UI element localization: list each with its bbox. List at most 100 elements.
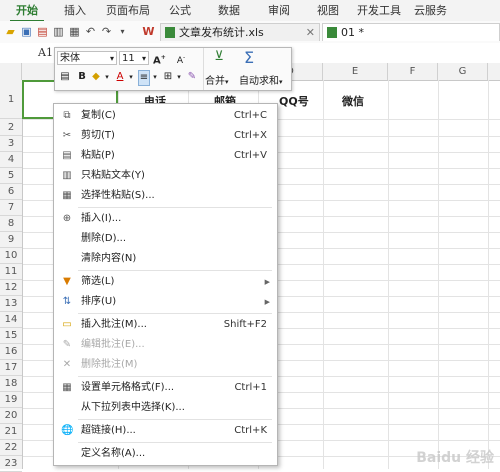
open-folder-icon[interactable]: ▰ — [4, 25, 17, 38]
grow-font-icon[interactable]: A+ — [153, 51, 166, 68]
row-header[interactable]: 8 — [0, 216, 22, 232]
row-header[interactable]: 10 — [0, 248, 22, 264]
submenu-arrow-icon: ▶ — [264, 298, 270, 306]
doc-tab-file[interactable]: 文章发布统计.xls ✕ — [160, 23, 320, 41]
column-header[interactable]: E — [323, 63, 388, 80]
menu-item-cut[interactable]: ✂ 剪切(T) Ctrl+X — [54, 126, 277, 146]
tab-cloud[interactable]: 云服务 — [414, 3, 447, 19]
row-header[interactable]: 2 — [0, 119, 22, 136]
row-header[interactable]: 15 — [0, 328, 22, 344]
spreadsheet-icon — [165, 27, 175, 38]
row-header[interactable]: 19 — [0, 392, 22, 408]
row-header[interactable]: 13 — [0, 296, 22, 312]
row-header[interactable]: 3 — [0, 136, 22, 152]
save-icon[interactable]: ▣ — [20, 25, 33, 38]
menu-item-delete-comment: ✕ 删除批注(M) — [62, 359, 138, 370]
print-icon[interactable]: ▥ — [52, 25, 65, 38]
doc-tab-active[interactable]: 01 * — [322, 23, 500, 41]
menu-item-pick-from-list[interactable]: 从下拉列表中选择(K)... — [54, 398, 277, 418]
tab-home[interactable]: 开始 — [10, 3, 44, 22]
menu-item-insert[interactable]: ⊕ 插入(I)... — [54, 209, 277, 229]
row-header[interactable]: 20 — [0, 408, 22, 424]
menu-item-paste-special[interactable]: ▦ 选择性粘贴(S)... — [54, 186, 277, 206]
tab-view[interactable]: 视图 — [317, 3, 339, 19]
export-pdf-icon[interactable]: ▤ — [36, 25, 49, 38]
clear-format-icon[interactable]: ✎ — [186, 70, 198, 84]
tab-insert[interactable]: 插入 — [64, 3, 86, 19]
name-box[interactable]: A1 — [38, 46, 53, 59]
autosum-icon[interactable]: Σ — [241, 48, 257, 68]
menu-item-define-name[interactable]: 定义名称(A)... — [54, 444, 277, 464]
submenu-arrow-icon: ▶ — [264, 278, 270, 286]
bold-button[interactable]: B — [77, 70, 87, 84]
menu-item-sort[interactable]: ⇅ 排序(U) ▶ — [54, 292, 277, 312]
menu-item-edit-comment: ✎ 编辑批注(E)... — [62, 339, 145, 350]
redo-icon[interactable]: ↷ — [100, 25, 113, 38]
align-icon[interactable]: ≡ — [138, 70, 150, 86]
comment-icon: ▭ — [62, 319, 72, 330]
font-size-select[interactable]: 11 ▾ — [119, 51, 149, 65]
row-header[interactable]: 23 — [0, 456, 22, 472]
tab-developer[interactable]: 开发工具 — [357, 3, 401, 19]
tab-data[interactable]: 数据 — [218, 3, 240, 19]
row-header[interactable]: 5 — [0, 168, 22, 184]
sort-icon: ⇅ — [62, 296, 72, 307]
font-color-icon[interactable]: A — [115, 70, 125, 84]
menu-item-hyperlink[interactable]: 🌐 超链接(H)... Ctrl+K — [54, 421, 277, 441]
row-header[interactable]: 14 — [0, 312, 22, 328]
undo-icon[interactable]: ↶ — [84, 25, 97, 38]
insert-icon: ⊕ — [62, 213, 72, 224]
merge-icon[interactable]: ⊻ — [211, 50, 227, 66]
font-name-value: 宋体 — [60, 53, 80, 64]
row-header[interactable]: 4 — [0, 152, 22, 168]
delete-comment-icon: ✕ — [62, 359, 72, 370]
select-all-corner[interactable] — [0, 63, 22, 80]
cell-e1[interactable]: 微信 — [342, 93, 364, 109]
format-brush-icon[interactable]: ▤ — [59, 70, 71, 84]
close-icon[interactable]: ✕ — [306, 24, 315, 42]
font-name-select[interactable]: 宋体 ▾ — [57, 51, 117, 65]
row-header[interactable]: 22 — [0, 440, 22, 456]
edit-comment-icon: ✎ — [62, 339, 72, 350]
menu-item-format-cells[interactable]: ▦ 设置单元格格式(F)... Ctrl+1 — [54, 378, 277, 398]
row-header[interactable]: 11 — [0, 264, 22, 280]
tab-review[interactable]: 审阅 — [268, 3, 290, 19]
chevron-down-icon[interactable]: ▾ — [116, 25, 129, 38]
row-header[interactable]: 18 — [0, 376, 22, 392]
paste-special-icon: ▦ — [62, 190, 72, 201]
shrink-font-icon[interactable]: A- — [175, 51, 187, 68]
cell-d1[interactable]: QQ号 — [279, 93, 309, 109]
menu-item-insert-comment[interactable]: ▭ 插入批注(M)... Shift+F2 — [54, 315, 277, 335]
chevron-down-icon[interactable]: ▾ — [127, 70, 135, 84]
column-header[interactable]: G — [438, 63, 488, 80]
chevron-down-icon[interactable]: ▾ — [103, 70, 111, 84]
menu-item-paste-text[interactable]: ▥ 只粘贴文本(Y) — [54, 166, 277, 186]
fill-color-icon[interactable]: ◆ — [90, 70, 102, 84]
menu-item-filter[interactable]: ▼ 筛选(L) ▶ — [54, 272, 277, 292]
print-preview-icon[interactable]: ▦ — [68, 25, 81, 38]
row-header[interactable]: 21 — [0, 424, 22, 440]
row-header[interactable]: 1 — [0, 80, 22, 119]
row-header[interactable]: 6 — [0, 184, 22, 200]
chevron-down-icon[interactable]: ▾ — [151, 70, 159, 84]
row-header[interactable]: 16 — [0, 344, 22, 360]
mini-toolbar: 宋体 ▾ 11 ▾ A+ A- ⊻ Σ ▤ B ◆ ▾ A ▾ ≡ ▾ ⊞ ▾ … — [54, 47, 292, 91]
row-header-bar: 1 2 3 4 5 6 7 8 9 10 11 12 13 14 15 16 1… — [0, 80, 23, 472]
menu-item-clear-contents[interactable]: 清除内容(N) — [54, 249, 277, 269]
menu-item-paste[interactable]: ▤ 粘贴(P) Ctrl+V — [54, 146, 277, 166]
border-icon[interactable]: ⊞ — [162, 70, 174, 84]
row-header[interactable]: 7 — [0, 200, 22, 216]
ribbon-tab-bar: 开始 插入 页面布局 公式 数据 审阅 视图 开发工具 云服务 — [0, 0, 500, 22]
chevron-down-icon[interactable]: ▾ — [175, 70, 183, 84]
merge-button[interactable]: 合并▾ — [205, 72, 229, 87]
chevron-down-icon: ▾ — [109, 54, 114, 63]
row-header[interactable]: 17 — [0, 360, 22, 376]
tab-formulas[interactable]: 公式 — [169, 3, 191, 19]
row-header[interactable]: 9 — [0, 232, 22, 248]
menu-item-copy[interactable]: ⧉ 复制(C) Ctrl+C — [54, 106, 277, 126]
tab-page-layout[interactable]: 页面布局 — [106, 3, 150, 19]
menu-item-delete[interactable]: 删除(D)... — [54, 229, 277, 249]
autosum-button[interactable]: 自动求和▾ — [239, 72, 283, 87]
row-header[interactable]: 12 — [0, 280, 22, 296]
column-header[interactable]: F — [388, 63, 438, 80]
